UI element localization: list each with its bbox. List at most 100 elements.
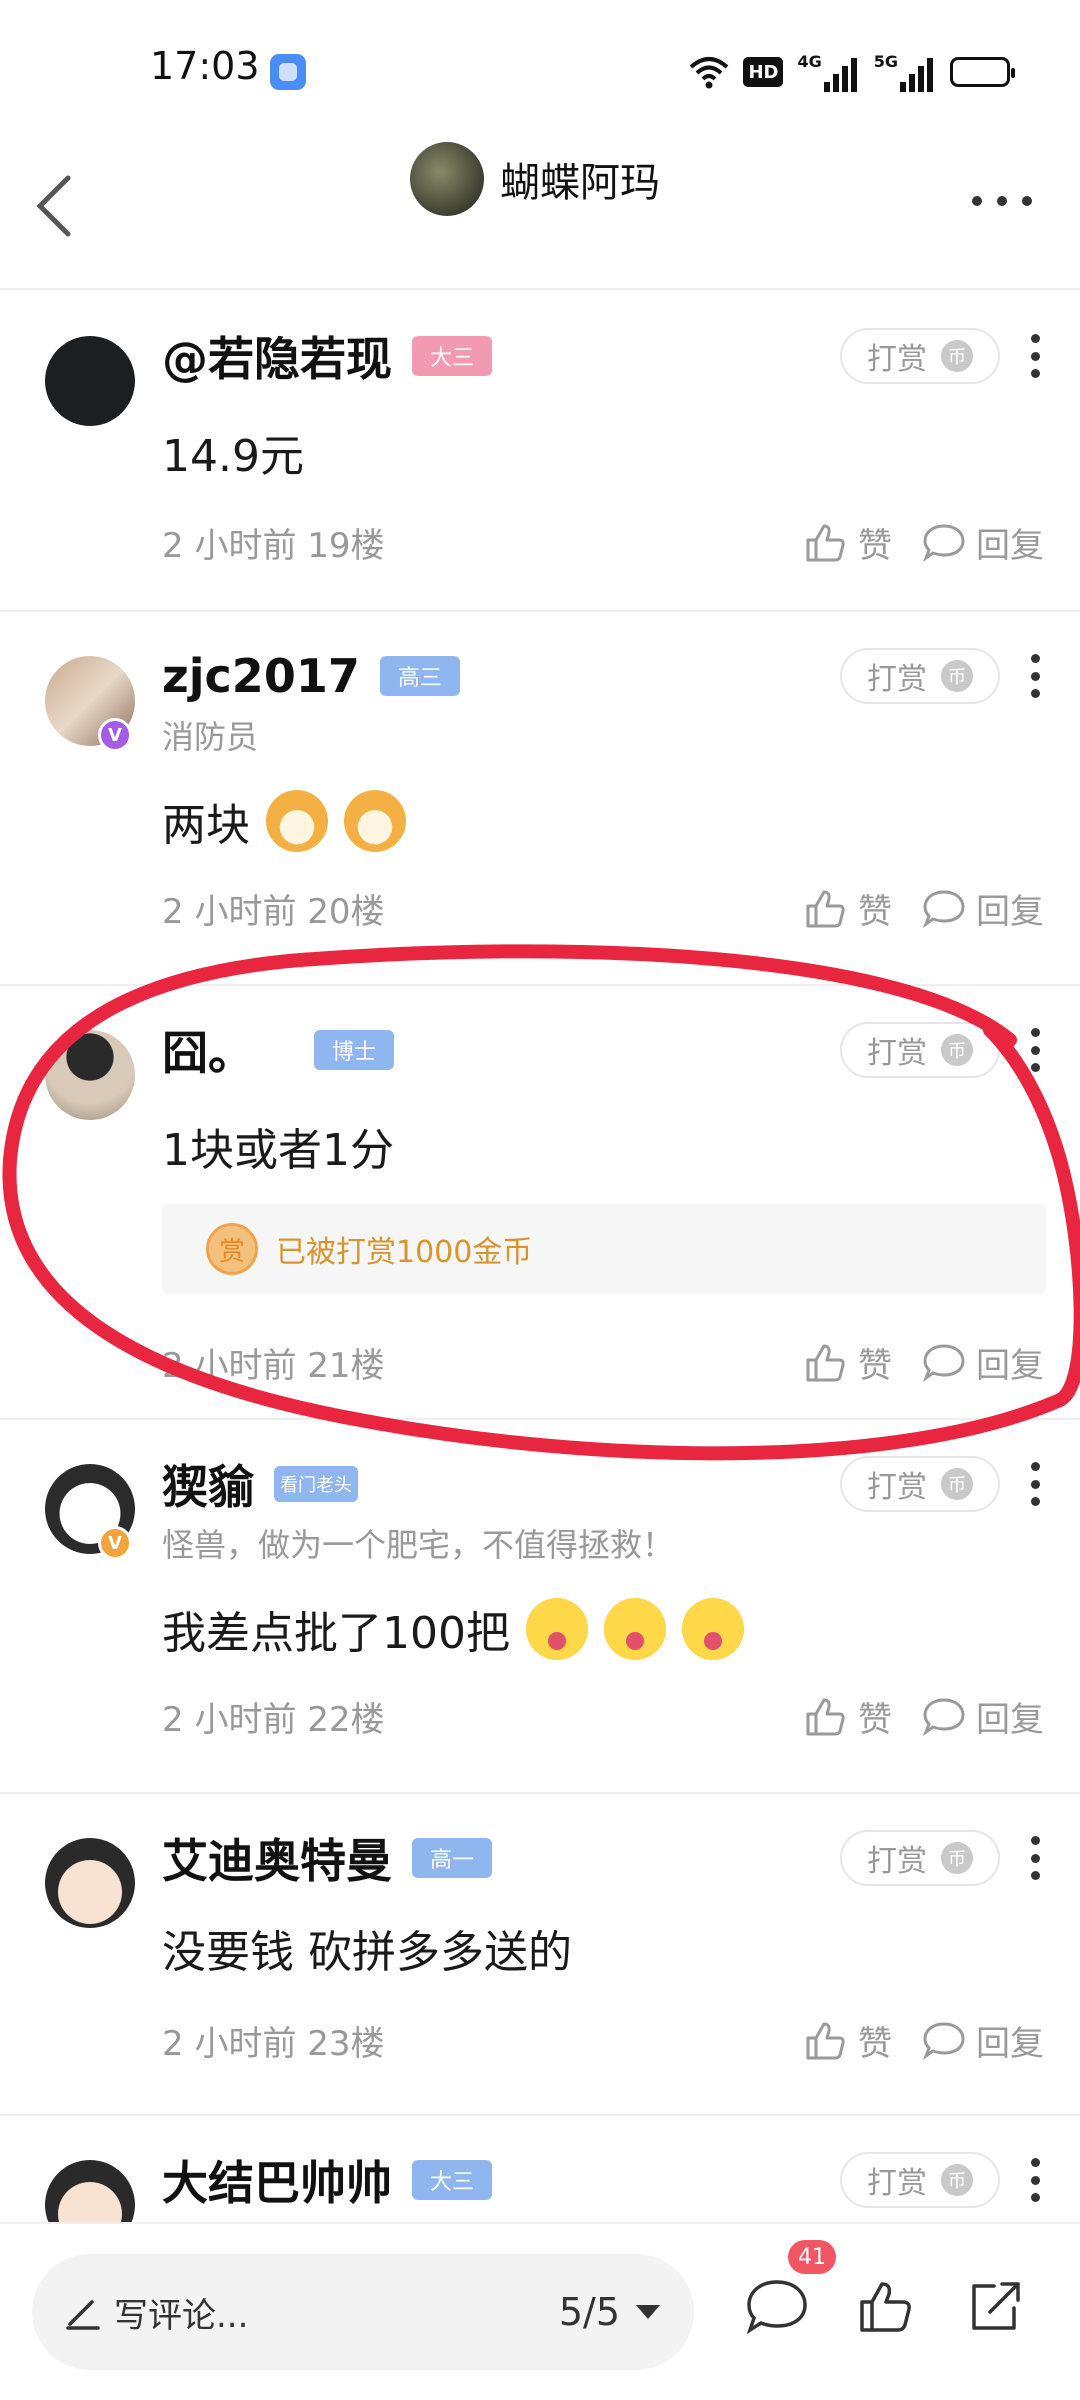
share-button[interactable] [964,2276,1034,2346]
comment-text-content: 1块或者1分 [162,1125,394,1176]
comment-count-badge: 41 [788,2240,836,2274]
like-button[interactable]: 赞 [804,518,892,567]
level-badge: 大三 [412,2160,493,2200]
more-options-icon[interactable] [1030,334,1040,378]
comment-author[interactable]: zjc2017 [162,649,360,703]
tip-button[interactable]: 打赏 币 [840,1456,1000,1512]
comment-subtitle: 怪兽，做为一个肥宅，不值得拯救！ [162,1526,675,1564]
reply-button[interactable]: 回复 [922,884,1044,933]
comment-input[interactable]: 写评论... 5/5 [32,2254,694,2370]
comment-text: 14.9元 [162,422,1050,482]
comment-author[interactable]: 艾迪奥特曼 [162,1825,392,1891]
thumbs-up-icon [860,2282,911,2332]
comment-text-content: 我差点批了100把 [162,1608,510,1659]
wifi-icon [690,57,729,89]
status-icons: HD 4G 5G [689,50,1015,94]
comment-icon [922,524,965,562]
like-label: 赞 [858,1345,892,1386]
coin-icon: 币 [941,340,973,372]
comment-author[interactable]: 囧。 [162,1017,254,1083]
comments-button[interactable]: 41 [744,2240,836,2346]
reply-button[interactable]: 回复 [922,1692,1044,1741]
avatar[interactable] [45,1838,135,1928]
comment-icon [746,2280,807,2335]
comment-text: 1块或者1分 [162,1116,1050,1176]
level-badge: 高一 [412,1838,493,1878]
comment-icon [922,2022,965,2060]
level-badge: 看门老头 [274,1466,358,1502]
reward-banner: 赏 已被打赏1000金币 [162,1204,1046,1294]
verified-icon: V [98,1526,132,1560]
back-icon[interactable] [28,170,88,240]
verified-icon: V [98,718,132,752]
level-badge: 博士 [314,1030,395,1070]
star-eyes-emoji-icon [525,1598,588,1660]
coin-icon: 币 [941,1842,973,1874]
avatar[interactable] [410,142,484,216]
tip-label: 打赏 [867,1844,927,1879]
avatar[interactable] [45,1030,135,1120]
coin-icon: 币 [941,1468,973,1500]
signal-4g-icon: 4G [797,52,859,92]
page-indicator[interactable]: 5/5 [559,2290,620,2334]
nav-user[interactable]: 蝴蝶阿玛 [410,139,660,219]
comment-author[interactable]: @若隐若现 [162,323,392,389]
tip-label: 打赏 [867,662,927,697]
shiba-emoji-icon [266,790,328,852]
like-post-button[interactable] [856,2276,926,2346]
like-button[interactable]: 赞 [804,2016,892,2065]
avatar[interactable] [45,336,135,426]
hd-icon: HD [743,57,784,87]
thumbs-up-icon [806,1698,845,1736]
reply-button[interactable]: 回复 [922,2016,1044,2065]
tip-label: 打赏 [867,1470,927,1505]
more-options-icon[interactable] [1030,2158,1040,2202]
comment-text: 没要钱 砍拼多多送的 [162,1918,1050,1978]
coin-icon: 币 [941,660,973,692]
comment-item: 打赏 币 @若隐若现 大三 14.9元 2 小时前 19楼 赞 回复 [0,292,1080,612]
reply-label: 回复 [976,891,1044,932]
reply-button[interactable]: 回复 [922,518,1044,567]
thumbs-up-icon [806,890,845,928]
reward-text: 已被打赏1000金币 [276,1235,533,1270]
more-options-icon[interactable] [1030,1836,1040,1880]
signal-5g-icon: 5G [874,52,936,92]
tip-button[interactable]: 打赏 币 [840,328,1000,384]
reply-label: 回复 [976,525,1044,566]
comment-meta: 2 小时前 23楼 [162,2023,385,2064]
level-badge: 大三 [412,336,493,376]
more-options-icon[interactable] [972,186,1032,216]
pen-icon [66,2300,100,2330]
comment-text-content: 14.9元 [162,431,304,482]
comment-meta: 2 小时前 21楼 [162,1345,385,1386]
comment-list: 打赏 币 @若隐若现 大三 14.9元 2 小时前 19楼 赞 回复 V 打赏 … [0,292,1080,2236]
coin-icon: 币 [941,2164,973,2196]
reply-button[interactable]: 回复 [922,1338,1044,1387]
comment-text: 两块 [162,786,1050,856]
tip-label: 打赏 [867,2166,927,2201]
reply-label: 回复 [976,1345,1044,1386]
more-options-icon[interactable] [1030,1028,1040,1072]
comment-item: 打赏 币 囧。 博士 1块或者1分 赏 已被打赏1000金币 2 小时前 21楼… [0,986,1080,1420]
tip-label: 打赏 [867,342,927,377]
comment-author[interactable]: 猰貐 [162,1451,254,1517]
tip-button[interactable]: 打赏 币 [840,648,1000,704]
like-button[interactable]: 赞 [804,1338,892,1387]
tip-button[interactable]: 打赏 币 [840,1022,1000,1078]
reply-label: 回复 [976,2023,1044,2064]
caret-down-icon[interactable] [636,2305,660,2319]
thumbs-up-icon [806,2022,845,2060]
more-options-icon[interactable] [1030,654,1040,698]
comment-author[interactable]: 大结巴帅帅 [162,2147,392,2213]
tip-button[interactable]: 打赏 币 [840,1830,1000,1886]
page-title: 蝴蝶阿玛 [500,160,660,206]
like-label: 赞 [858,891,892,932]
comment-meta: 2 小时前 22楼 [162,1699,385,1740]
comment-text-content: 没要钱 砍拼多多送的 [162,1927,572,1978]
like-button[interactable]: 赞 [804,1692,892,1741]
comment-icon [922,1344,965,1382]
more-options-icon[interactable] [1030,1462,1040,1506]
tip-button[interactable]: 打赏 币 [840,2152,1000,2208]
like-button[interactable]: 赞 [804,884,892,933]
net-label-4g: 4G [797,52,822,71]
